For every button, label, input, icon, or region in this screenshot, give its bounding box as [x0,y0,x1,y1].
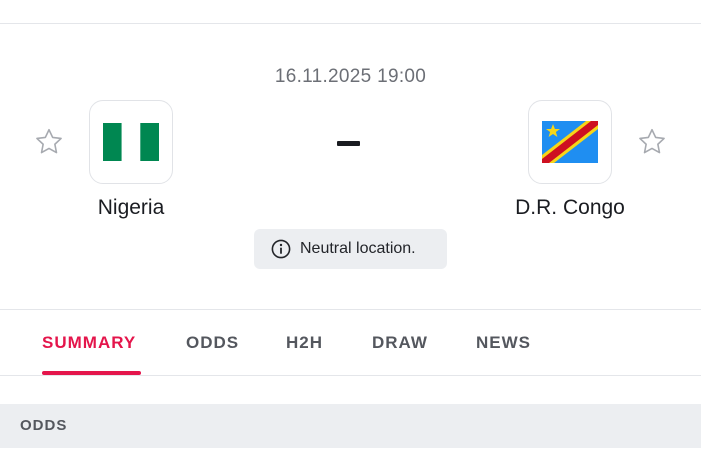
match-tabs: SUMMARY ODDS H2H DRAW NEWS [0,310,701,376]
home-team-logo[interactable] [89,100,173,184]
match-start-time: 16.11.2025 19:00 [274,66,427,87]
tab-news[interactable]: NEWS [476,333,531,353]
nigeria-flag-icon [103,123,159,161]
away-team-name[interactable]: D.R. Congo [470,196,670,220]
home-favorite-star-icon[interactable] [32,125,66,159]
score-separator [337,141,360,146]
tab-h2h[interactable]: H2H [286,333,323,353]
tab-draw[interactable]: DRAW [372,333,428,353]
tab-summary[interactable]: SUMMARY [42,333,136,353]
away-team-logo[interactable] [528,100,612,184]
info-circle-icon [271,239,291,259]
dr-congo-flag-icon [542,121,598,163]
tab-odds[interactable]: ODDS [186,333,239,353]
tabs-bottom-divider [0,375,701,376]
venue-note-badge: Neutral location. [254,229,447,269]
away-favorite-star-icon[interactable] [635,125,669,159]
home-team-name[interactable]: Nigeria [31,196,231,220]
odds-section-header: ODDS [0,404,701,448]
venue-note-text: Neutral location. [300,240,416,257]
bottom-strip [0,448,701,462]
odds-section-label: ODDS [20,417,68,434]
top-divider [0,23,701,24]
